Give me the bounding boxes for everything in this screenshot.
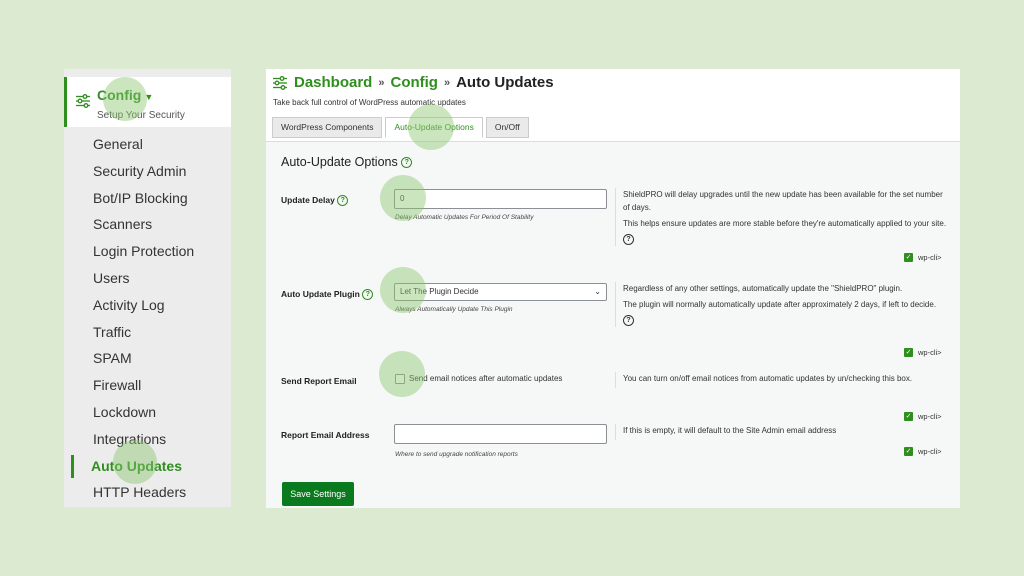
field-label: Send Report Email: [281, 376, 357, 386]
save-settings-button[interactable]: Save Settings: [282, 482, 354, 506]
field-label: Update Delay ?: [281, 195, 349, 207]
sidebar-nav: General Security Admin Bot/IP Blocking S…: [64, 131, 231, 506]
sidebar-item-spam[interactable]: SPAM: [64, 345, 231, 372]
description-text: Regardless of any other settings, automa…: [623, 284, 903, 293]
checkmark-icon: ✓: [904, 253, 913, 262]
sliders-icon: [75, 94, 91, 113]
field-help-text: Always Automatically Update This Plugin: [395, 306, 513, 313]
help-icon[interactable]: ?: [337, 195, 349, 207]
breadcrumb: Dashboard » Config » Auto Updates: [272, 74, 554, 91]
checkmark-icon: ✓: [904, 447, 913, 456]
main-panel: Dashboard » Config » Auto Updates Take b…: [266, 69, 960, 508]
sidebar-header-title: Config ▼: [97, 87, 154, 103]
breadcrumb-separator: »: [443, 76, 451, 89]
field-description: ShieldPRO will delay upgrades until the …: [615, 188, 949, 246]
update-delay-input[interactable]: 0: [394, 189, 607, 209]
description-text: The plugin will normally automatically u…: [623, 300, 937, 309]
wp-cli-toggle[interactable]: ✓ wp-cli>: [904, 253, 942, 262]
sidebar-item-security-admin[interactable]: Security Admin: [64, 158, 231, 185]
tab-bar: WordPress Components Auto-Update Options…: [272, 117, 532, 138]
sidebar-header-config[interactable]: Config ▼ Setup Your Security: [64, 77, 231, 127]
page-tagline: Take back full control of WordPress auto…: [273, 98, 466, 107]
sidebar-item-lockdown[interactable]: Lockdown: [64, 399, 231, 426]
sidebar-header-subtitle: Setup Your Security: [97, 110, 185, 121]
field-description: If this is empty, it will default to the…: [615, 424, 949, 440]
sidebar-item-bot-ip-blocking[interactable]: Bot/IP Blocking: [64, 185, 231, 212]
wp-cli-toggle[interactable]: ✓ wp-cli>: [904, 348, 942, 357]
report-email-address-input[interactable]: [394, 424, 607, 444]
chevron-down-icon: ⌄: [594, 287, 601, 296]
options-form: Auto-Update Options ? Update Delay ? 0 D…: [266, 141, 960, 508]
sidebar-item-auto-updates[interactable]: Auto Updates: [64, 453, 231, 480]
help-icon[interactable]: ?: [623, 315, 634, 327]
sidebar-item-users[interactable]: Users: [64, 265, 231, 292]
description-text: This helps ensure updates are more stabl…: [623, 219, 947, 228]
help-icon[interactable]: ?: [623, 234, 634, 246]
tab-on-off[interactable]: On/Off: [485, 117, 529, 138]
field-label: Report Email Address: [281, 430, 370, 440]
checkmark-icon: ✓: [904, 412, 913, 421]
send-report-email-checkbox[interactable]: [395, 374, 405, 384]
breadcrumb-dashboard[interactable]: Dashboard: [294, 74, 372, 91]
auto-update-plugin-select[interactable]: Let The Plugin Decide ⌄: [394, 283, 607, 301]
sidebar-item-login-protection[interactable]: Login Protection: [64, 238, 231, 265]
help-icon[interactable]: ?: [362, 289, 374, 301]
sliders-icon: [273, 75, 287, 90]
field-label: Auto Update Plugin ?: [281, 289, 374, 301]
sidebar-item-http-headers[interactable]: HTTP Headers: [64, 479, 231, 506]
checkbox-label: Send email notices after automatic updat…: [409, 374, 563, 384]
wp-cli-toggle[interactable]: ✓ wp-cli>: [904, 447, 942, 456]
sidebar-item-firewall[interactable]: Firewall: [64, 372, 231, 399]
field-help-text: Delay Automatic Updates For Period Of St…: [395, 214, 534, 221]
sidebar: Config ▼ Setup Your Security General Secu…: [64, 69, 231, 507]
sidebar-item-traffic[interactable]: Traffic: [64, 319, 231, 346]
help-icon[interactable]: ?: [401, 157, 413, 169]
wp-cli-toggle[interactable]: ✓ wp-cli>: [904, 412, 942, 421]
field-description: Regardless of any other settings, automa…: [615, 282, 949, 327]
field-help-text: Where to send upgrade notification repor…: [395, 451, 518, 458]
tab-wordpress-components[interactable]: WordPress Components: [272, 117, 383, 138]
section-title: Auto-Update Options ?: [281, 155, 413, 169]
checkmark-icon: ✓: [904, 348, 913, 357]
page-title: Auto Updates: [456, 74, 554, 91]
sidebar-item-scanners[interactable]: Scanners: [64, 211, 231, 238]
field-description: You can turn on/off email notices from a…: [615, 372, 949, 388]
sidebar-item-general[interactable]: General: [64, 131, 231, 158]
caret-down-icon: ▼: [144, 92, 154, 102]
send-report-email-option[interactable]: Send email notices after automatic updat…: [395, 374, 562, 384]
sidebar-item-integrations[interactable]: Integrations: [64, 426, 231, 453]
description-text: ShieldPRO will delay upgrades until the …: [623, 190, 943, 212]
breadcrumb-separator: »: [378, 76, 385, 89]
breadcrumb-config[interactable]: Config: [390, 74, 437, 91]
description-text: You can turn on/off email notices from a…: [623, 374, 913, 383]
tab-auto-update-options[interactable]: Auto-Update Options: [385, 117, 483, 138]
description-text: If this is empty, it will default to the…: [623, 426, 837, 435]
sidebar-item-activity-log[interactable]: Activity Log: [64, 292, 231, 319]
